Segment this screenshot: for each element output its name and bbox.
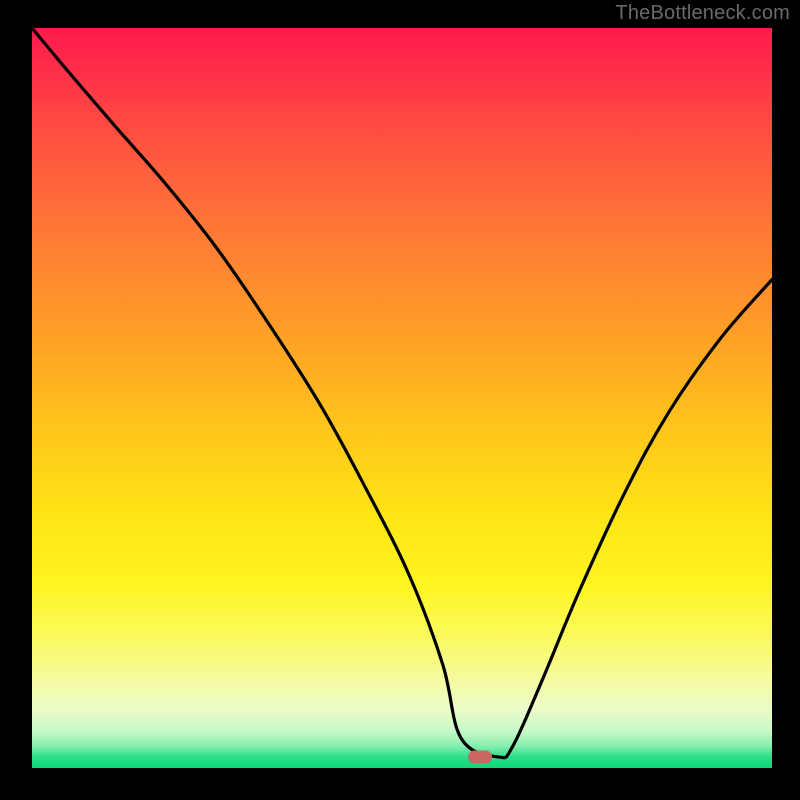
optimal-point-marker: [468, 750, 492, 763]
bottleneck-curve: [32, 28, 772, 768]
watermark-label: TheBottleneck.com: [615, 2, 790, 25]
plot-area: [32, 28, 772, 768]
chart-frame: TheBottleneck.com: [0, 0, 800, 800]
